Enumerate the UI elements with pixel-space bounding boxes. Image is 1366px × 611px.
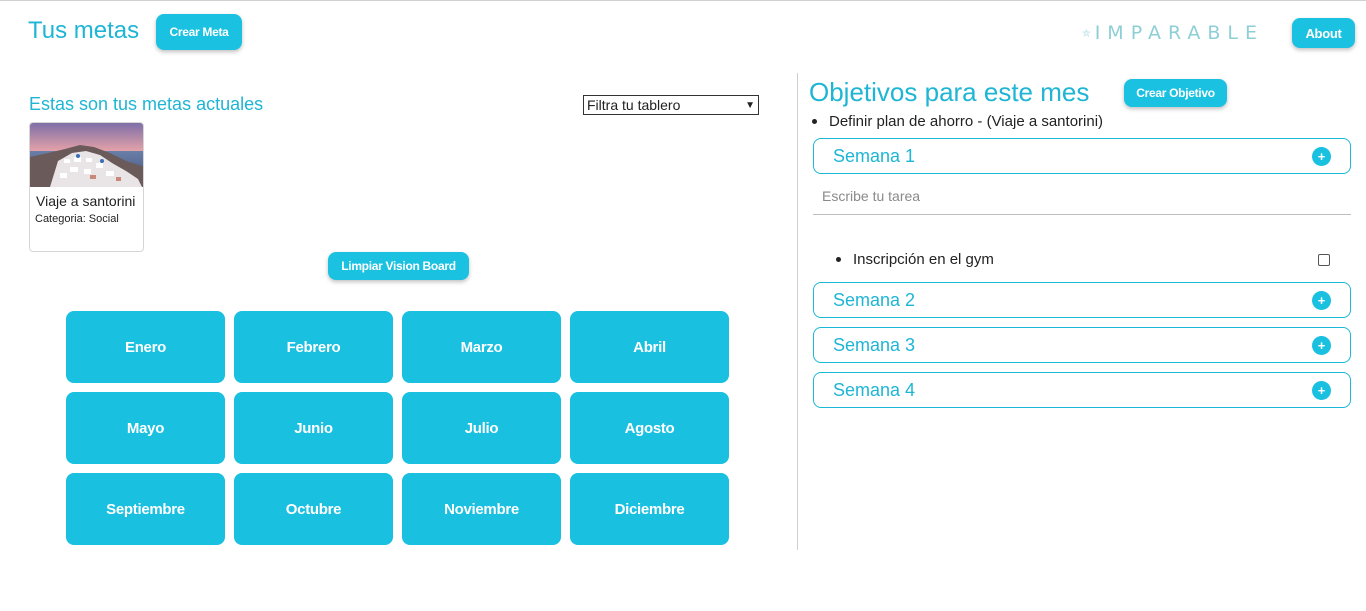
month-button-octubre[interactable]: Octubre bbox=[234, 473, 393, 545]
objective-item: Definir plan de ahorro - (Viaje a santor… bbox=[812, 113, 1103, 130]
star-logo-icon bbox=[1082, 28, 1091, 37]
month-button-noviembre[interactable]: Noviembre bbox=[402, 473, 561, 545]
month-button-abril[interactable]: Abril bbox=[570, 311, 729, 383]
page-title: Tus metas bbox=[28, 17, 140, 44]
bullet-icon bbox=[812, 119, 817, 124]
task-text: Inscripción en el gym bbox=[853, 251, 994, 268]
goal-card-title: Viaje a santorini bbox=[36, 193, 136, 209]
month-button-mayo[interactable]: Mayo bbox=[66, 392, 225, 464]
goal-card-category: Categoria: Social bbox=[35, 213, 119, 225]
plus-icon[interactable]: + bbox=[1312, 146, 1331, 166]
filter-selected-value: Filtra tu tablero bbox=[587, 97, 681, 113]
week-4-label: Semana 4 bbox=[833, 379, 916, 400]
plus-icon[interactable]: + bbox=[1312, 335, 1331, 355]
task-item: Inscripción en el gym bbox=[836, 251, 1330, 268]
month-button-agosto[interactable]: Agosto bbox=[570, 392, 729, 464]
month-button-febrero[interactable]: Febrero bbox=[234, 311, 393, 383]
month-button-julio[interactable]: Julio bbox=[402, 392, 561, 464]
plus-icon[interactable]: + bbox=[1312, 380, 1331, 400]
crear-meta-button[interactable]: Crear Meta bbox=[156, 14, 242, 50]
month-button-marzo[interactable]: Marzo bbox=[402, 311, 561, 383]
about-button[interactable]: About bbox=[1292, 18, 1355, 48]
month-grid: Enero Febrero Marzo Abril Mayo Junio Jul… bbox=[66, 311, 732, 545]
crear-objetivo-button[interactable]: Crear Objetivo bbox=[1124, 79, 1227, 107]
week-3-label: Semana 3 bbox=[833, 334, 916, 355]
logo-text: IMPARABLE bbox=[1094, 22, 1264, 44]
plus-icon[interactable]: + bbox=[1312, 290, 1331, 310]
week-2-accordion[interactable]: Semana 2 + bbox=[813, 282, 1351, 318]
chevron-down-icon: ▼ bbox=[745, 99, 755, 111]
week-1-accordion[interactable]: Semana 1 + bbox=[813, 138, 1351, 174]
board-filter-select[interactable]: Filtra tu tablero ▼ bbox=[583, 95, 759, 115]
santorini-image bbox=[30, 123, 143, 187]
month-button-enero[interactable]: Enero bbox=[66, 311, 225, 383]
month-button-septiembre[interactable]: Septiembre bbox=[66, 473, 225, 545]
objective-text: Definir plan de ahorro - (Viaje a santor… bbox=[829, 113, 1104, 130]
limpiar-vision-board-button[interactable]: Limpiar Vision Board bbox=[328, 252, 469, 280]
task-input[interactable] bbox=[813, 178, 1351, 215]
current-goals-heading: Estas son tus metas actuales bbox=[29, 94, 264, 114]
imparable-logo[interactable]: IMPARABLE bbox=[1082, 15, 1264, 51]
goal-card[interactable]: Viaje a santorini Categoria: Social bbox=[29, 122, 144, 252]
week-4-accordion[interactable]: Semana 4 + bbox=[813, 372, 1351, 408]
week-3-accordion[interactable]: Semana 3 + bbox=[813, 327, 1351, 363]
week-2-label: Semana 2 bbox=[833, 289, 916, 310]
task-checkbox[interactable] bbox=[1318, 253, 1330, 266]
bullet-icon bbox=[836, 257, 841, 262]
month-button-diciembre[interactable]: Diciembre bbox=[570, 473, 729, 545]
month-button-junio[interactable]: Junio bbox=[234, 392, 393, 464]
panel-divider bbox=[797, 73, 798, 550]
objectives-heading: Objetivos para este mes bbox=[809, 77, 1090, 107]
week-1-label: Semana 1 bbox=[833, 145, 916, 166]
